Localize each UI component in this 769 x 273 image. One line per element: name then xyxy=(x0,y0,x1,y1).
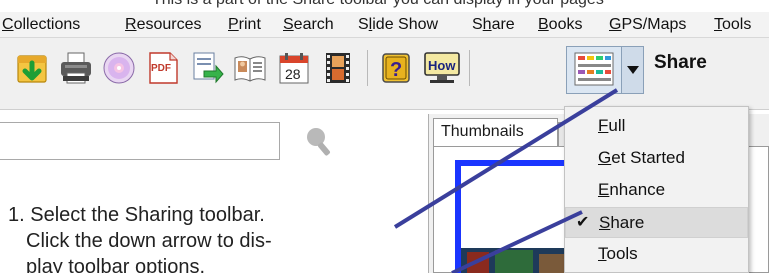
share-toolbar: PDF 28 ? How Share xyxy=(0,38,769,110)
menu-option-label: Full xyxy=(598,116,626,135)
menu-print[interactable]: Print xyxy=(228,16,261,34)
toolbar-separator xyxy=(367,50,368,86)
menu-slide-show[interactable]: Slide Show xyxy=(358,16,438,34)
menu-option-enhance[interactable]: Enhance xyxy=(565,175,748,206)
menu-gps-maps[interactable]: GPS/Maps xyxy=(609,16,686,34)
calendar-day-label: 28 xyxy=(285,66,301,82)
email-icon xyxy=(193,52,224,84)
toolbar-selector-dropdown[interactable] xyxy=(566,46,644,94)
how-to-button[interactable]: How xyxy=(422,50,462,86)
checkmark-icon: ✔ xyxy=(576,214,590,231)
help-icon-label: ? xyxy=(390,59,402,81)
pdf-icon: PDF xyxy=(149,52,178,84)
menu-books[interactable]: Books xyxy=(538,16,582,34)
menubar: Collections Resources Print Search Slide… xyxy=(0,12,769,38)
menu-option-label: Enhance xyxy=(598,180,666,199)
photo-detail xyxy=(495,250,533,273)
toolbar-separator xyxy=(469,50,470,86)
menu-share[interactable]: Share xyxy=(472,16,515,34)
instruction-callout: 1. Select the Sharing toolbar. Click the… xyxy=(8,202,272,273)
instruction-line: play toolbar options. xyxy=(26,256,206,273)
top-caption: This is a part of the Share toolbar you … xyxy=(152,0,604,9)
book-button[interactable] xyxy=(232,50,268,86)
book-icon xyxy=(234,56,266,82)
photo-detail xyxy=(467,252,489,273)
menu-option-label: Tools xyxy=(598,244,638,263)
instruction-line: 1. Select the Sharing toolbar. xyxy=(8,204,265,226)
pdf-icon-label: PDF xyxy=(151,63,171,74)
menu-option-get-started[interactable]: Get Started xyxy=(565,143,748,174)
print-button[interactable] xyxy=(58,50,94,86)
instruction-line: Click the down arrow to dis- xyxy=(26,230,272,252)
slideshow-video-button[interactable] xyxy=(320,50,356,86)
toolbar-selector-icon xyxy=(574,52,614,86)
pdf-button[interactable]: PDF xyxy=(145,50,181,86)
search-input[interactable] xyxy=(0,122,280,160)
export-icon xyxy=(17,55,47,83)
toolbar-selector-arrow[interactable] xyxy=(621,47,643,93)
calendar-button[interactable]: 28 xyxy=(276,50,312,86)
help-button[interactable]: ? xyxy=(378,50,414,86)
menu-option-full[interactable]: Full xyxy=(565,111,748,142)
toolbar-options-menu: Full Get Started Enhance ✔ Share Tools xyxy=(564,106,749,273)
export-button[interactable] xyxy=(14,50,50,86)
menu-resources[interactable]: Resources xyxy=(125,16,201,34)
film-icon xyxy=(326,53,350,83)
tab-thumbnails[interactable]: Thumbnails xyxy=(433,118,558,146)
menu-tools[interactable]: Tools xyxy=(714,16,751,34)
menu-search[interactable]: Search xyxy=(283,16,334,34)
menu-option-label: Get Started xyxy=(598,148,685,167)
how-to-icon: How xyxy=(424,52,460,83)
burn-disc-button[interactable] xyxy=(101,50,137,86)
how-to-icon-label: How xyxy=(428,58,456,73)
help-icon: ? xyxy=(382,53,410,83)
printer-icon xyxy=(61,52,91,84)
search-button[interactable] xyxy=(300,122,338,162)
menu-option-share[interactable]: ✔ Share xyxy=(565,207,748,238)
disc-icon xyxy=(103,52,135,84)
menu-collections[interactable]: Collections xyxy=(2,16,80,34)
email-button[interactable] xyxy=(189,50,225,86)
magnifier-icon xyxy=(307,128,330,156)
chevron-down-icon xyxy=(626,66,639,74)
top-caption-strip: This is a part of the Share toolbar you … xyxy=(0,0,769,12)
calendar-icon: 28 xyxy=(279,53,309,84)
menu-option-tools[interactable]: Tools xyxy=(565,239,748,270)
toolbar-title: Share xyxy=(654,52,707,73)
menu-option-label: Share xyxy=(599,213,645,232)
